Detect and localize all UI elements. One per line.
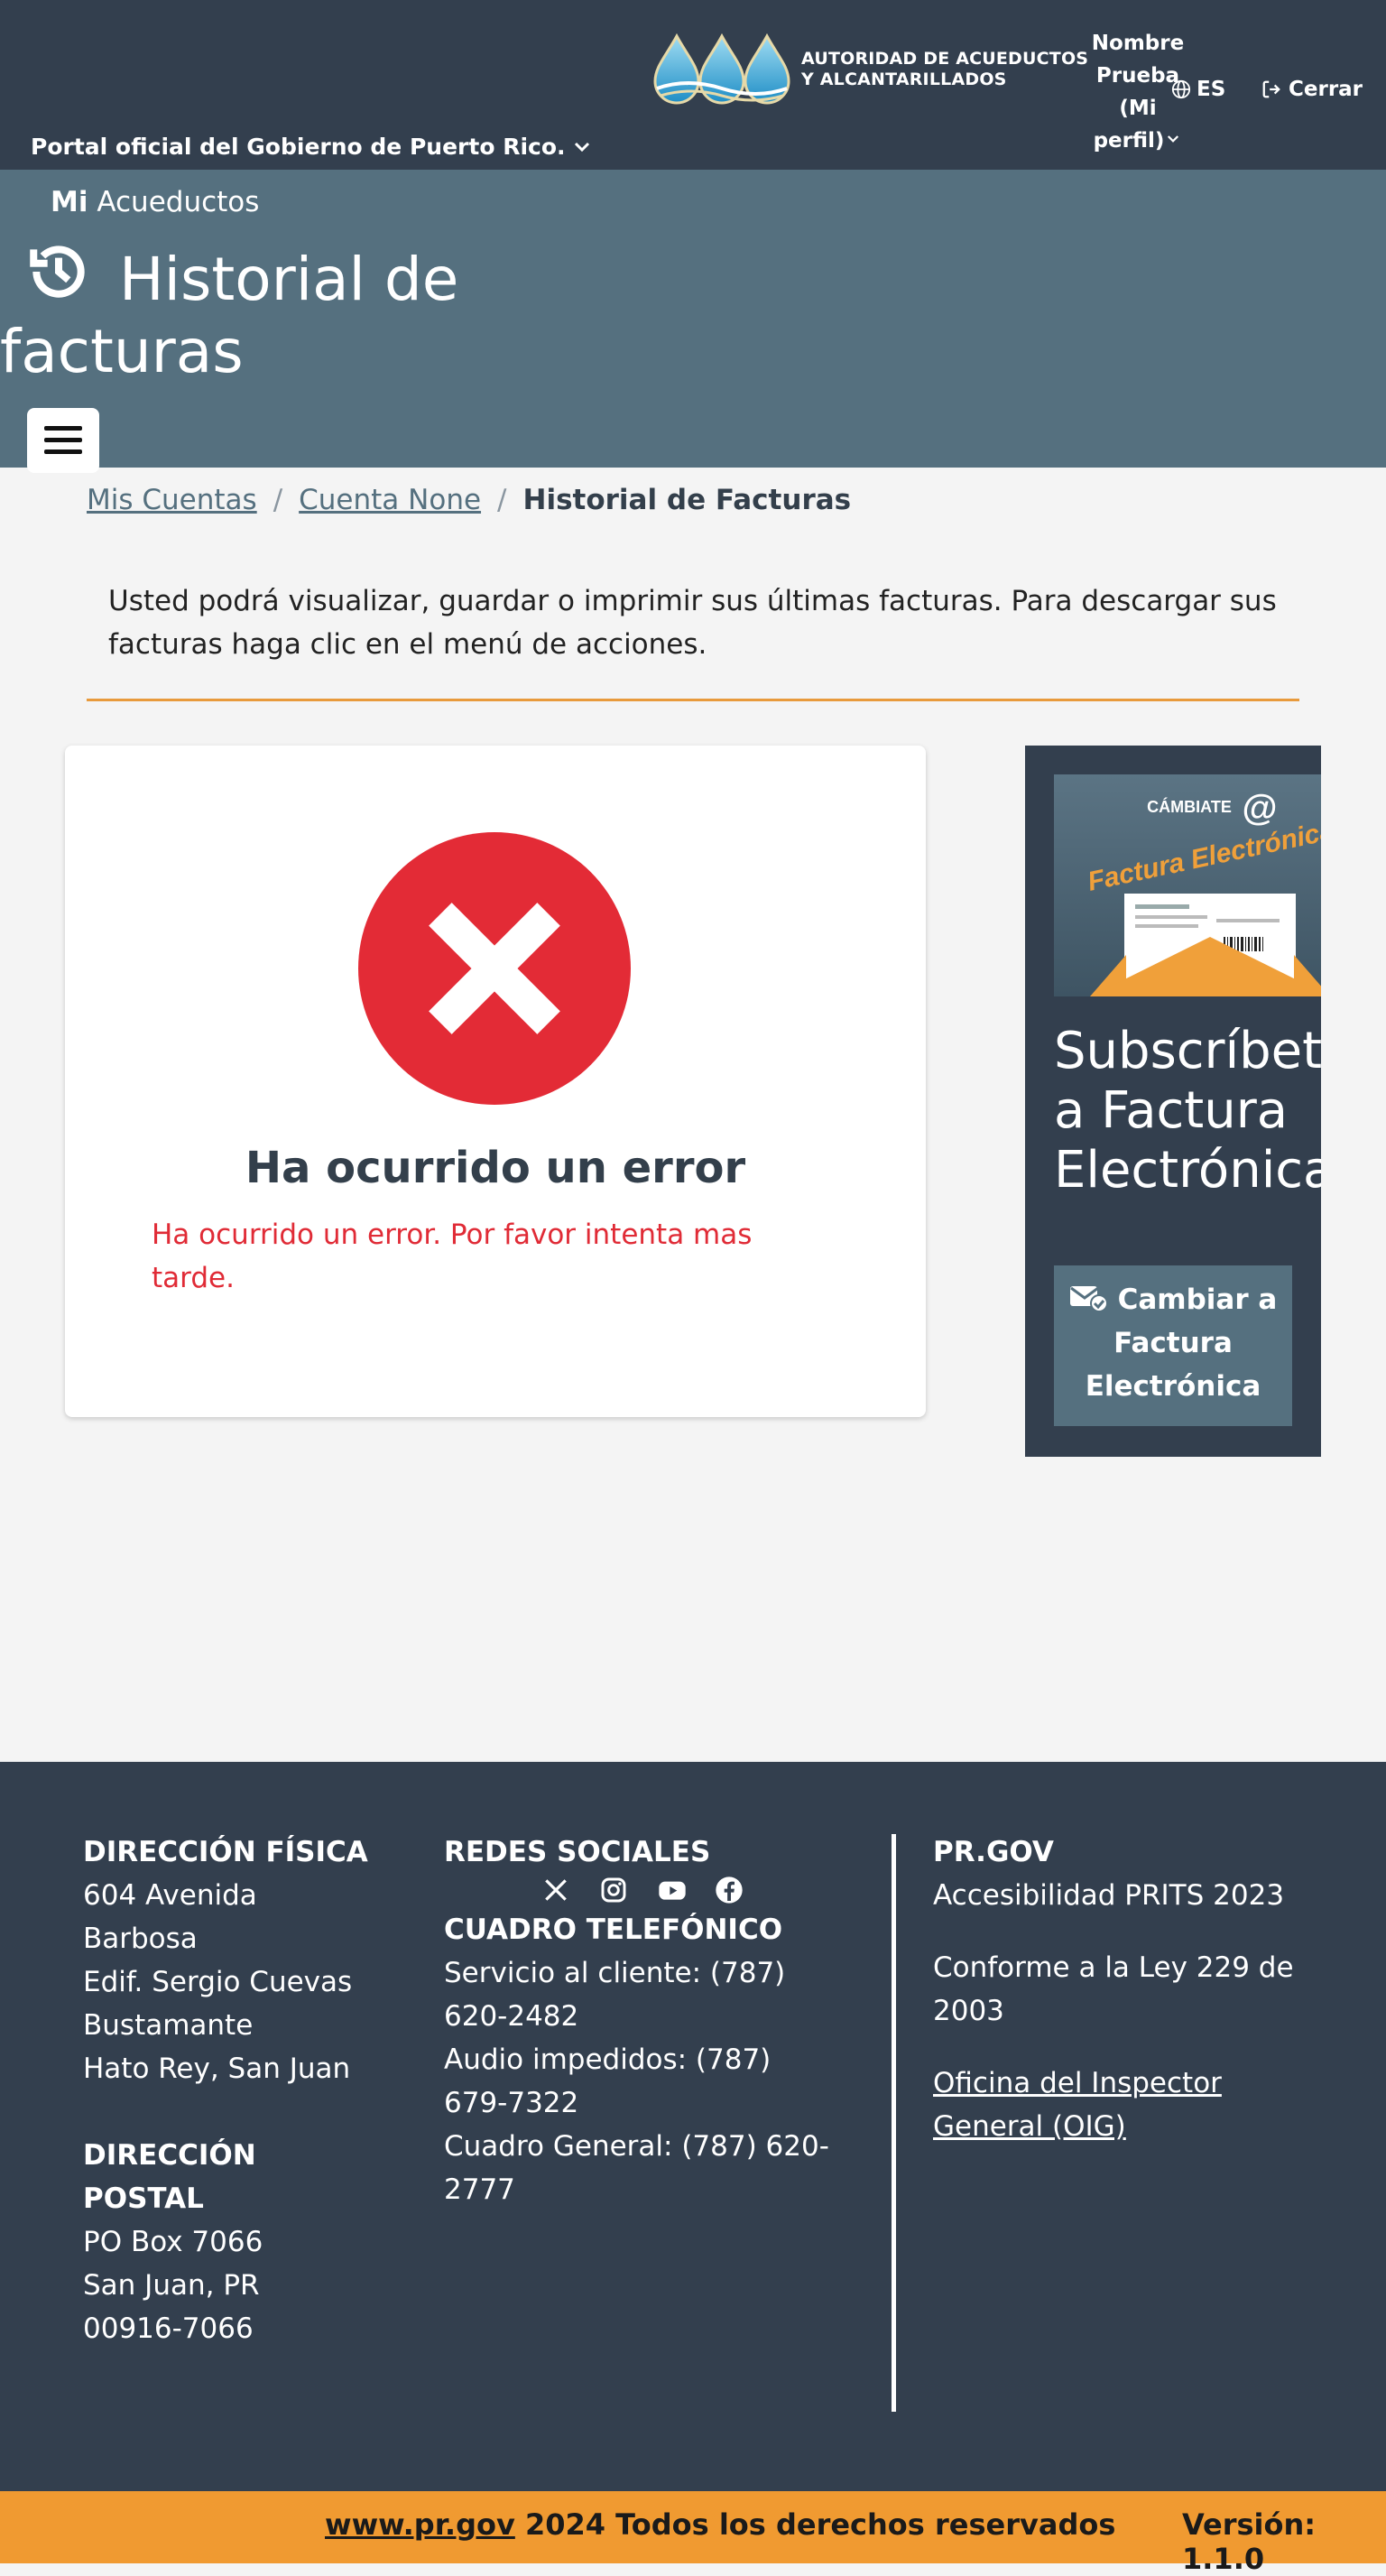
envelope-check-icon	[1069, 1286, 1108, 1312]
law-line: Conforme a la Ley 229 de	[933, 1951, 1294, 1984]
language-selector[interactable]: ES	[1171, 78, 1225, 101]
logo-line-2: Y ALCANTARILLADOS	[801, 69, 1007, 89]
breadcrumb-separator: /	[273, 484, 283, 516]
address-line: Hato Rey, San Juan	[83, 2052, 351, 2085]
footer-contact-column: REDES SOCIALES CUADRO TELEFÓNICO Servici…	[444, 1830, 859, 2211]
phone-line: Cuadro General: (787) 620-	[444, 2130, 829, 2163]
breadcrumb-cuenta[interactable]: Cuenta None	[299, 484, 481, 516]
postal-line: PO Box 7066	[83, 2226, 263, 2258]
accessibility-text: Accesibilidad PRITS 2023	[933, 1879, 1285, 1912]
phone-heading: CUADRO TELEFÓNICO	[444, 1913, 783, 1946]
breadcrumb-separator: /	[497, 484, 507, 516]
youtube-icon[interactable]	[657, 1876, 688, 1906]
oig-link-line: Oficina del Inspector	[933, 2067, 1222, 2099]
e-invoice-promo: CÁMBIATE @ Factura Electrónica Subscríbe…	[1025, 746, 1321, 1457]
phone-line: Servicio al cliente: (787)	[444, 1957, 786, 1989]
logo-line-1: AUTORIDAD DE ACUEDUCTOS	[801, 49, 1089, 69]
copyright-text: 2024 Todos los derechos reservados	[524, 2507, 1116, 2542]
profile-line: perfil)	[1093, 129, 1165, 153]
language-label: ES	[1197, 78, 1226, 101]
page-title: Historial de facturas	[0, 238, 505, 388]
change-to-e-invoice-button[interactable]: Cambiar a Factura Electrónica	[1054, 1265, 1292, 1426]
water-drops-logo-icon	[653, 32, 790, 105]
breadcrumb: Mis Cuentas / Cuenta None / Historial de…	[87, 484, 851, 516]
facebook-icon[interactable]	[715, 1876, 745, 1906]
promo-title-text: Subscríbete a Factura Electrónica	[1054, 1022, 1321, 1200]
instagram-icon[interactable]	[599, 1876, 630, 1906]
hamburger-menu-button[interactable]	[27, 408, 99, 473]
postal-line: 00916-7066	[83, 2312, 254, 2345]
social-heading: REDES SOCIALES	[444, 1836, 711, 1868]
gov-portal-label: Portal oficial del Gobierno de Puerto Ri…	[31, 134, 566, 160]
copyright: www.pr.gov 2024 Todos los derechos reser…	[325, 2507, 1115, 2542]
x-icon[interactable]	[541, 1876, 572, 1906]
at-sign-icon: @	[1242, 788, 1277, 828]
logout-button[interactable]: Cerrar	[1261, 78, 1363, 101]
oig-link[interactable]: Oficina del Inspector General (OIG)	[933, 2062, 1348, 2148]
promo-title: Subscríbete a Factura Electrónica	[1054, 1022, 1321, 1200]
law-line: 2003	[933, 1995, 1004, 2027]
phone-line: 679-7322	[444, 2087, 579, 2119]
phone-line: 2777	[444, 2173, 515, 2206]
site-footer: DIRECCIÓN FÍSICA 604 Avenida Barbosa Edi…	[0, 1762, 1386, 2491]
logout-label: Cerrar	[1289, 78, 1363, 101]
footer-prgov-column: PR.GOV Accesibilidad PRITS 2023 Conforme…	[933, 1830, 1348, 2148]
footer-divider	[892, 1834, 896, 2412]
error-title: Ha ocurrido un error	[245, 1143, 746, 1193]
phone-line: 620-2482	[444, 2000, 579, 2033]
prgov-link[interactable]: www.pr.gov	[325, 2507, 515, 2542]
bottom-bar: www.pr.gov 2024 Todos los derechos reser…	[0, 2491, 1386, 2576]
profile-line: Nombre	[1091, 32, 1185, 55]
e-invoice-banner-image: CÁMBIATE @ Factura Electrónica	[1054, 774, 1321, 996]
breadcrumb-mis-cuentas[interactable]: Mis Cuentas	[87, 484, 257, 516]
address-line: Bustamante	[83, 2009, 254, 2042]
social-links	[444, 1876, 859, 1906]
version-label: Versión: 1.1.0	[1182, 2507, 1317, 2576]
phone-line: Audio impedidos: (787)	[444, 2043, 772, 2076]
footer-address-column: DIRECCIÓN FÍSICA 604 Avenida Barbosa Edi…	[83, 1830, 390, 2350]
app-name-text: Acueductos	[97, 186, 260, 218]
chevron-down-icon	[1168, 135, 1179, 143]
change-to-e-invoice-label: Cambiar a Factura Electrónica	[1085, 1283, 1278, 1403]
address-line: Barbosa	[83, 1923, 198, 1955]
gov-portal-link[interactable]: Portal oficial del Gobierno de Puerto Ri…	[31, 134, 593, 160]
error-card: Ha ocurrido un error Ha ocurrido un erro…	[65, 746, 926, 1417]
error-x-icon	[358, 832, 631, 1105]
prgov-heading: PR.GOV	[933, 1836, 1054, 1868]
orange-divider	[87, 699, 1299, 701]
address-line: Edif. Sergio Cuevas	[83, 1966, 353, 1998]
address-line: 604 Avenida	[83, 1879, 257, 1912]
oig-link-line: General (OIG)	[933, 2110, 1126, 2143]
app-name: Mi Acueductos	[51, 186, 259, 218]
postal-line: San Juan, PR	[83, 2269, 260, 2302]
banner-top-text: CÁMBIATE	[1147, 797, 1232, 816]
logout-icon	[1262, 80, 1280, 98]
chevron-down-icon	[574, 142, 589, 152]
logo-text: AUTORIDAD DE ACUEDUCTOS Y ALCANTARILLADO…	[801, 49, 1088, 90]
address-heading: DIRECCIÓN FÍSICA	[83, 1836, 368, 1868]
breadcrumb-current: Historial de Facturas	[522, 484, 852, 516]
postal-heading-line: DIRECCIÓN	[83, 2139, 256, 2172]
intro-text: Usted podrá visualizar, guardar o imprim…	[108, 585, 1277, 661]
error-message: Ha ocurrido un error. Por favor intenta …	[152, 1219, 753, 1294]
postal-heading-line: POSTAL	[83, 2182, 204, 2215]
profile-line-last: perfil)	[1086, 125, 1189, 157]
history-icon	[30, 246, 85, 298]
app-name-bold: Mi	[51, 186, 88, 218]
e-invoice-banner-graphic: CÁMBIATE @ Factura Electrónica	[1054, 774, 1321, 996]
page-header: Mi Acueductos Historial de facturas	[0, 170, 1386, 473]
top-bar: Portal oficial del Gobierno de Puerto Ri…	[0, 0, 1386, 170]
menu-icon	[44, 426, 82, 454]
aaa-logo[interactable]: AUTORIDAD DE ACUEDUCTOS Y ALCANTARILLADO…	[651, 29, 1088, 110]
globe-icon	[1171, 79, 1191, 99]
